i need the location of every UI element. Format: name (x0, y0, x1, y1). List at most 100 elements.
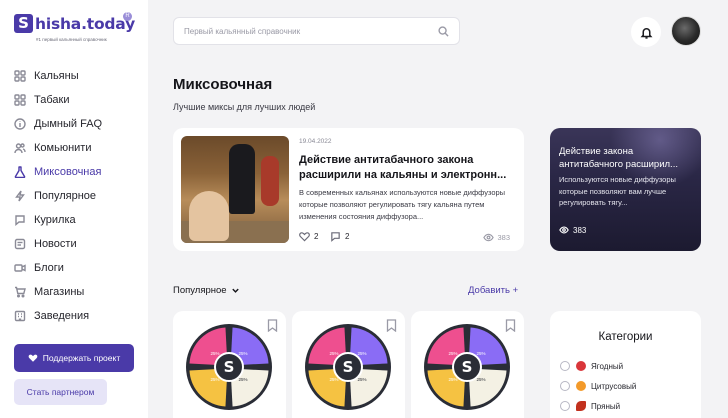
side-article-card[interactable]: Действие закона антитабачного расширил..… (550, 128, 701, 251)
views-count: 383 (497, 233, 510, 242)
brand-name: hisha.today (35, 14, 135, 33)
heart-icon (28, 354, 38, 362)
segment-percent: 25% (448, 351, 457, 356)
logo-mark-icon: S (14, 14, 33, 33)
sidebar-item-smoking-room[interactable]: Курилка (14, 208, 144, 232)
sidebar-item-label: Миксовочная (34, 166, 102, 178)
side-article-title: Действие закона антитабачного расширил..… (559, 146, 678, 170)
comments-button[interactable]: 2 (330, 231, 349, 242)
article-excerpt: В современных кальянах используются новы… (299, 188, 506, 221)
segment-percent: 25% (476, 351, 485, 356)
featured-article-card[interactable]: 19.04.2022 Действие антитабачного закона… (173, 128, 524, 251)
sidebar-item-venues[interactable]: Заведения (14, 304, 144, 328)
notifications-button[interactable] (631, 17, 661, 47)
eye-icon (559, 226, 569, 234)
brand-tagline: #1 первый кальянный справочник (36, 37, 107, 42)
support-project-button[interactable]: Поддержать проект (14, 344, 134, 372)
eye-icon (483, 233, 495, 242)
info-icon (14, 118, 26, 130)
lightning-icon (14, 190, 26, 202)
category-spicy[interactable]: Пряный (560, 401, 620, 411)
sidebar-item-label: Блоги (34, 262, 64, 274)
category-citrus[interactable]: Цитрусовый (560, 381, 636, 391)
likes-count: 2 (314, 232, 319, 241)
views-counter: 383 (483, 232, 510, 243)
support-project-label: Поддержать проект (42, 353, 121, 363)
segment-percent: 25% (238, 351, 247, 356)
article-image (181, 136, 289, 243)
mix-card[interactable]: 25% 25% 25% 25% S (411, 311, 524, 418)
sidebar-item-shops[interactable]: Магазины (14, 280, 144, 304)
search-input[interactable] (184, 26, 438, 36)
segment-percent: 25% (210, 351, 219, 356)
chili-icon (576, 401, 586, 411)
segment-percent: 25% (476, 377, 485, 382)
sidebar-item-label: Магазины (34, 286, 85, 298)
sidebar-item-label: Заведения (34, 310, 90, 322)
segment-percent: 25% (357, 377, 366, 382)
sidebar-item-blogs[interactable]: Блоги (14, 256, 144, 280)
sidebar-item-label: Дымный FAQ (34, 118, 103, 130)
sidebar-item-community[interactable]: Комьюнити (14, 136, 144, 160)
radio-button[interactable] (560, 361, 570, 371)
flask-icon (14, 166, 26, 178)
article-title[interactable]: Действие антитабачного закона расширили … (299, 153, 509, 183)
grid-icon (14, 94, 26, 106)
category-label: Пряный (591, 401, 621, 411)
sidebar-item-tobacco[interactable]: Табаки (14, 88, 144, 112)
sidebar-item-label: Табаки (34, 94, 70, 106)
mix-card[interactable]: 25% 25% 25% 25% S (173, 311, 286, 418)
categories-title: Категории (598, 331, 653, 343)
comment-icon (331, 232, 340, 242)
sidebar-item-label: Кальяны (34, 70, 79, 82)
sidebar-item-news[interactable]: Новости (14, 232, 144, 256)
mix-logo: S (224, 358, 235, 376)
comments-count: 2 (345, 232, 350, 241)
sidebar-item-label: Новости (34, 238, 77, 250)
sort-dropdown[interactable]: Популярное (173, 285, 240, 296)
mix-wheel: 25% 25%25% 25%S (424, 324, 510, 410)
orange-icon (576, 381, 586, 391)
mix-card[interactable]: 25% 25% 25% 25% S (292, 311, 405, 418)
segment-percent: 25% (329, 351, 338, 356)
search-icon[interactable] (438, 25, 449, 37)
sidebar-item-label: Курилка (34, 214, 76, 226)
segment-percent: 25% (448, 377, 457, 382)
sidebar-item-faq[interactable]: Дымный FAQ (14, 112, 144, 136)
categories-panel: Категории Ягодный Цитрусовый Пряный (550, 311, 701, 418)
side-article-views: 383 (559, 225, 586, 235)
category-berry[interactable]: Ягодный (560, 361, 623, 371)
building-icon (14, 310, 26, 322)
registered-badge: R (123, 12, 132, 21)
mix-logo: S (343, 358, 354, 376)
radio-button[interactable] (560, 401, 570, 411)
sidebar-item-popular[interactable]: Популярное (14, 184, 144, 208)
sidebar-item-hookahs[interactable]: Кальяны (14, 64, 144, 88)
add-mix-button[interactable]: Добавить + (468, 285, 518, 296)
side-views-count: 383 (573, 225, 587, 235)
sidebar: S hisha.today R #1 первый кальянный спра… (0, 0, 148, 418)
bell-icon (640, 27, 652, 39)
segment-percent: 25% (329, 377, 338, 382)
sidebar-item-label: Комьюнити (34, 142, 92, 154)
side-article-excerpt: Используются новые диффузоры которые поз… (559, 175, 676, 207)
sidebar-item-label: Популярное (34, 190, 97, 202)
avatar[interactable] (671, 16, 701, 46)
chevron-down-icon (231, 288, 239, 293)
strawberry-icon (576, 361, 586, 371)
video-icon (14, 262, 26, 274)
search-bar (173, 17, 460, 45)
users-icon (14, 142, 26, 154)
logo[interactable]: S hisha.today R (14, 12, 135, 33)
radio-button[interactable] (560, 381, 570, 391)
mix-logo: S (462, 358, 473, 376)
page-subtitle: Лучшие миксы для лучших людей (173, 102, 316, 112)
become-partner-button[interactable]: Стать партнером (14, 379, 107, 405)
sidebar-nav: Кальяны Табаки Дымный FAQ Комьюнити Микс… (14, 64, 144, 328)
segment-percent: 25% (238, 377, 247, 382)
sidebar-item-mixes[interactable]: Миксовочная (14, 160, 144, 184)
mix-wheel: 25% 25%25% 25%S (186, 324, 272, 410)
article-date: 19.04.2022 (299, 138, 332, 145)
like-button[interactable]: 2 (299, 231, 318, 242)
mix-wheel: 25% 25%25% 25%S (305, 324, 391, 410)
